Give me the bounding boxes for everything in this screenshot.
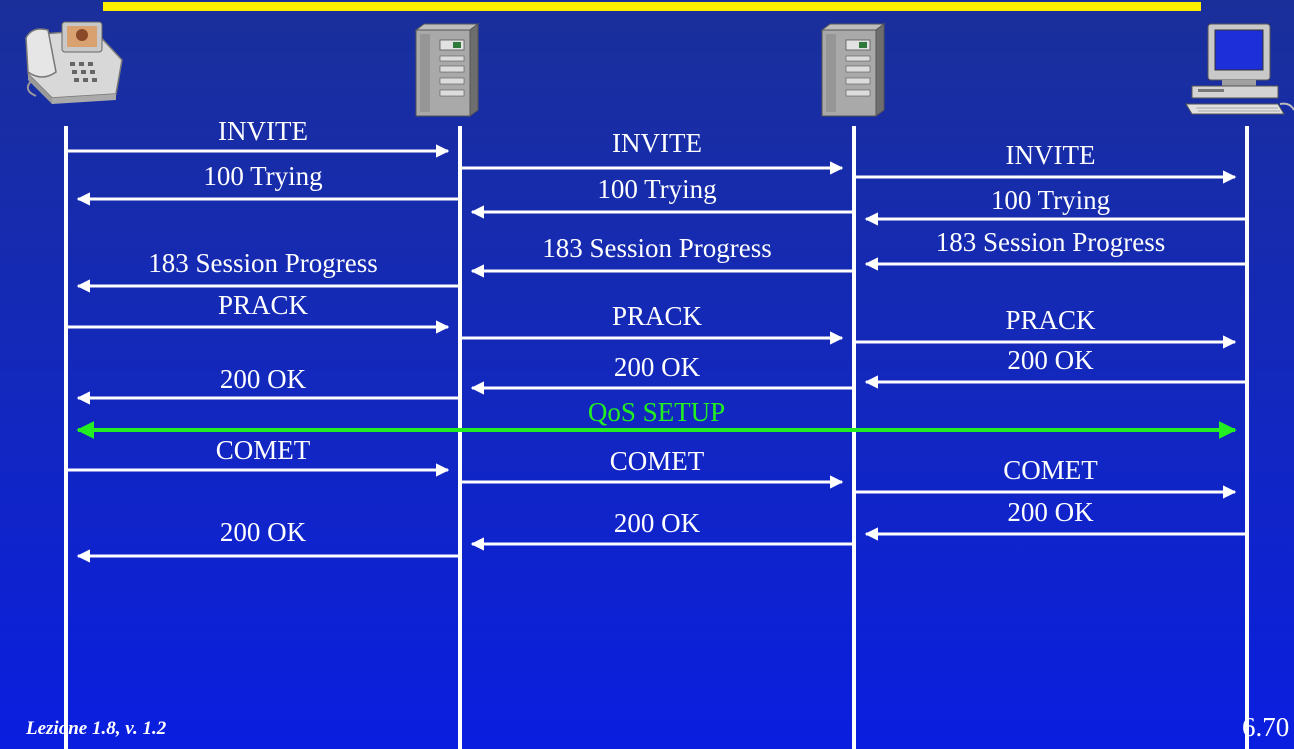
message-label: INVITE bbox=[1005, 140, 1096, 170]
message-label: 183 Session Progress bbox=[148, 248, 378, 278]
message-label: 200 OK bbox=[613, 508, 701, 538]
message-label: 100 Trying bbox=[597, 174, 717, 204]
computer-icon bbox=[1185, 23, 1294, 115]
message-label: INVITE bbox=[218, 116, 308, 146]
message-label: 100 Trying bbox=[990, 185, 1111, 215]
message-label: COMET bbox=[215, 435, 311, 465]
message-label: 200 OK bbox=[1007, 345, 1094, 375]
server-icon bbox=[820, 23, 886, 117]
message-label: PRACK bbox=[1005, 305, 1096, 335]
message-label: 200 OK bbox=[219, 517, 307, 547]
message-label: 100 Trying bbox=[203, 161, 323, 191]
title-bar bbox=[103, 2, 1201, 11]
message-label: 183 Session Progress bbox=[935, 227, 1166, 257]
message-label: QoS SETUP bbox=[587, 397, 726, 427]
message-label: 200 OK bbox=[219, 364, 307, 394]
message-label: COMET bbox=[609, 446, 705, 476]
message-label: 200 OK bbox=[613, 352, 701, 382]
message-label: PRACK bbox=[611, 301, 703, 331]
server-icon bbox=[414, 23, 480, 117]
message-label: INVITE bbox=[612, 128, 702, 158]
message-label: PRACK bbox=[217, 290, 309, 320]
message-label: 183 Session Progress bbox=[542, 233, 772, 263]
lecture-label: Lezione 1.8, v. 1.2 bbox=[26, 718, 167, 739]
message-label: COMET bbox=[1003, 455, 1098, 485]
phone-icon bbox=[25, 21, 123, 104]
message-label: 200 OK bbox=[1007, 497, 1094, 527]
slide-number: 6.70 bbox=[1242, 712, 1290, 742]
